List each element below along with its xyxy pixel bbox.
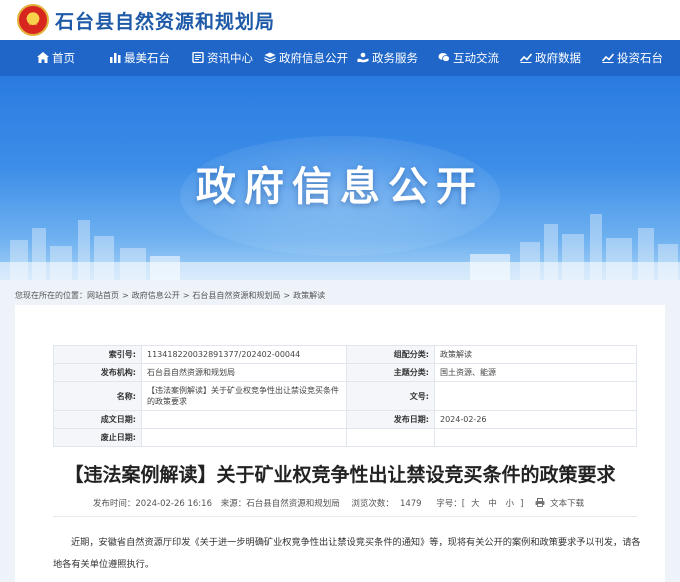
city-skyline (0, 214, 680, 280)
nav-item-invest[interactable]: 投资石台 (602, 40, 663, 76)
article-source: 来源：石台县自然资源和规划局 (220, 499, 340, 509)
meta-value (141, 410, 347, 429)
nav-label: 最美石台 (124, 51, 170, 65)
nav-item-home[interactable]: 首页 (37, 40, 75, 76)
article-info: 发布时间：2024-02-26 16:16 来源：石台县自然资源和规划局 浏览次… (15, 497, 665, 509)
font-medium-button[interactable]: 中 (488, 499, 497, 509)
print-icon (535, 498, 545, 507)
nav-label: 投资石台 (617, 51, 663, 65)
meta-value (141, 428, 347, 447)
nav-label: 政府数据 (535, 51, 581, 65)
meta-empty-cell (346, 428, 435, 447)
publish-time: 发布时间：2024-02-26 16:16 (92, 499, 212, 509)
font-size-label: 字号：[ (436, 499, 466, 509)
news-icon (192, 52, 204, 63)
breadcrumb: 您现在所在的位置：网站首页 > 政府信息公开 > 石台县自然资源和规划局 > 政策解读 (15, 290, 325, 301)
download-label: 文本下载 (550, 499, 585, 509)
view-count-value: 1479 (399, 499, 422, 509)
nav-item-beautiful-shitai[interactable]: 最美石台 (109, 40, 170, 76)
meta-key: 主题分类: (346, 363, 435, 382)
layers-icon (264, 52, 276, 63)
divider (53, 516, 637, 517)
meta-key: 废止日期: (53, 428, 142, 447)
site-header: 石台县自然资源和规划局 (0, 0, 680, 40)
national-emblem-icon (17, 4, 49, 36)
font-small-button[interactable]: 小 (506, 499, 515, 509)
nav-item-news-center[interactable]: 资讯中心 (192, 40, 253, 76)
content-panel: 索引号: 11341822003289137​7/202402-00044 组配… (15, 305, 665, 582)
main-nav: 首页 最美石台 资讯中心 政府信息公开 政务服务 互动交流 政府数据 投资石台 (0, 40, 680, 76)
banner-title: 政府信息公开 (196, 164, 484, 210)
nav-item-interaction[interactable]: 互动交流 (438, 40, 499, 76)
view-count: 浏览次数： 1479 (348, 499, 424, 509)
meta-value: 国土资源、能源 (434, 363, 637, 382)
nav-item-gov-service[interactable]: 政务服务 (357, 40, 418, 76)
nav-label: 政府信息公开 (279, 51, 348, 65)
meta-value: 2024-02-26 (434, 410, 637, 429)
meta-value: 政策解读 (434, 345, 637, 364)
nav-label: 政务服务 (372, 51, 418, 65)
font-size-control: 字号：[ 大 中 小] (433, 499, 526, 509)
breadcrumb-link-gov-info[interactable]: 政府信息公开 (132, 291, 180, 300)
nav-item-gov-data[interactable]: 政府数据 (520, 40, 581, 76)
breadcrumb-separator: > (283, 291, 291, 300)
article-body: 近期，安徽省自然资源厅印发《关于进一步明确矿业权竞争性出让禁设竞买条件的通知》等… (53, 537, 641, 570)
nav-item-gov-info[interactable]: 政府信息公开 (264, 40, 348, 76)
meta-value: 【违法案例解读】关于矿业权竞争性出让禁设竞买条件的政策要求 (141, 381, 347, 411)
meta-value: 11341822003289137​7/202402-00044 (141, 345, 347, 364)
nav-label: 资讯中心 (207, 51, 253, 65)
font-size-bracket: ] (520, 499, 524, 509)
breadcrumb-link-bureau[interactable]: 石台县自然资源和规划局 (192, 291, 280, 300)
article-title: 【违法案例解读】关于矿业权竞争性出让禁设竞买条件的政策要求 (64, 464, 616, 486)
meta-value (434, 381, 637, 411)
nav-label: 互动交流 (453, 51, 499, 65)
meta-key: 索引号: (53, 345, 142, 364)
home-icon (37, 52, 49, 63)
chart-icon (602, 53, 614, 63)
meta-key: 名称: (53, 381, 142, 411)
meta-value: 石台县自然资源和规划局 (141, 363, 347, 382)
meta-key: 文号: (346, 381, 435, 411)
bar-icon (110, 53, 121, 63)
site-title[interactable]: 石台县自然资源和规划局 (55, 7, 275, 34)
breadcrumb-prefix: 您现在所在的位置： (15, 291, 87, 300)
download-button[interactable]: 文本下载 (535, 498, 587, 509)
breadcrumb-link-home[interactable]: 网站首页 (87, 291, 119, 300)
view-count-label: 浏览次数： (351, 499, 394, 509)
meta-empty-cell (434, 428, 637, 447)
nav-label: 首页 (52, 51, 75, 65)
chat-icon (438, 53, 450, 62)
meta-key: 发布机构: (53, 363, 142, 382)
breadcrumb-link-policy[interactable]: 政策解读 (293, 291, 325, 300)
meta-key: 组配分类: (346, 345, 435, 364)
chart-icon (520, 53, 532, 63)
breadcrumb-separator: > (122, 291, 129, 300)
hand-icon (357, 52, 369, 63)
meta-key: 成文日期: (53, 410, 142, 429)
document-meta-table: 索引号: 11341822003289137​7/202402-00044 组配… (53, 345, 637, 447)
banner: 政府信息公开 (0, 76, 680, 280)
meta-key: 发布日期: (346, 410, 435, 429)
font-large-button[interactable]: 大 (471, 499, 480, 509)
breadcrumb-separator: > (182, 291, 190, 300)
